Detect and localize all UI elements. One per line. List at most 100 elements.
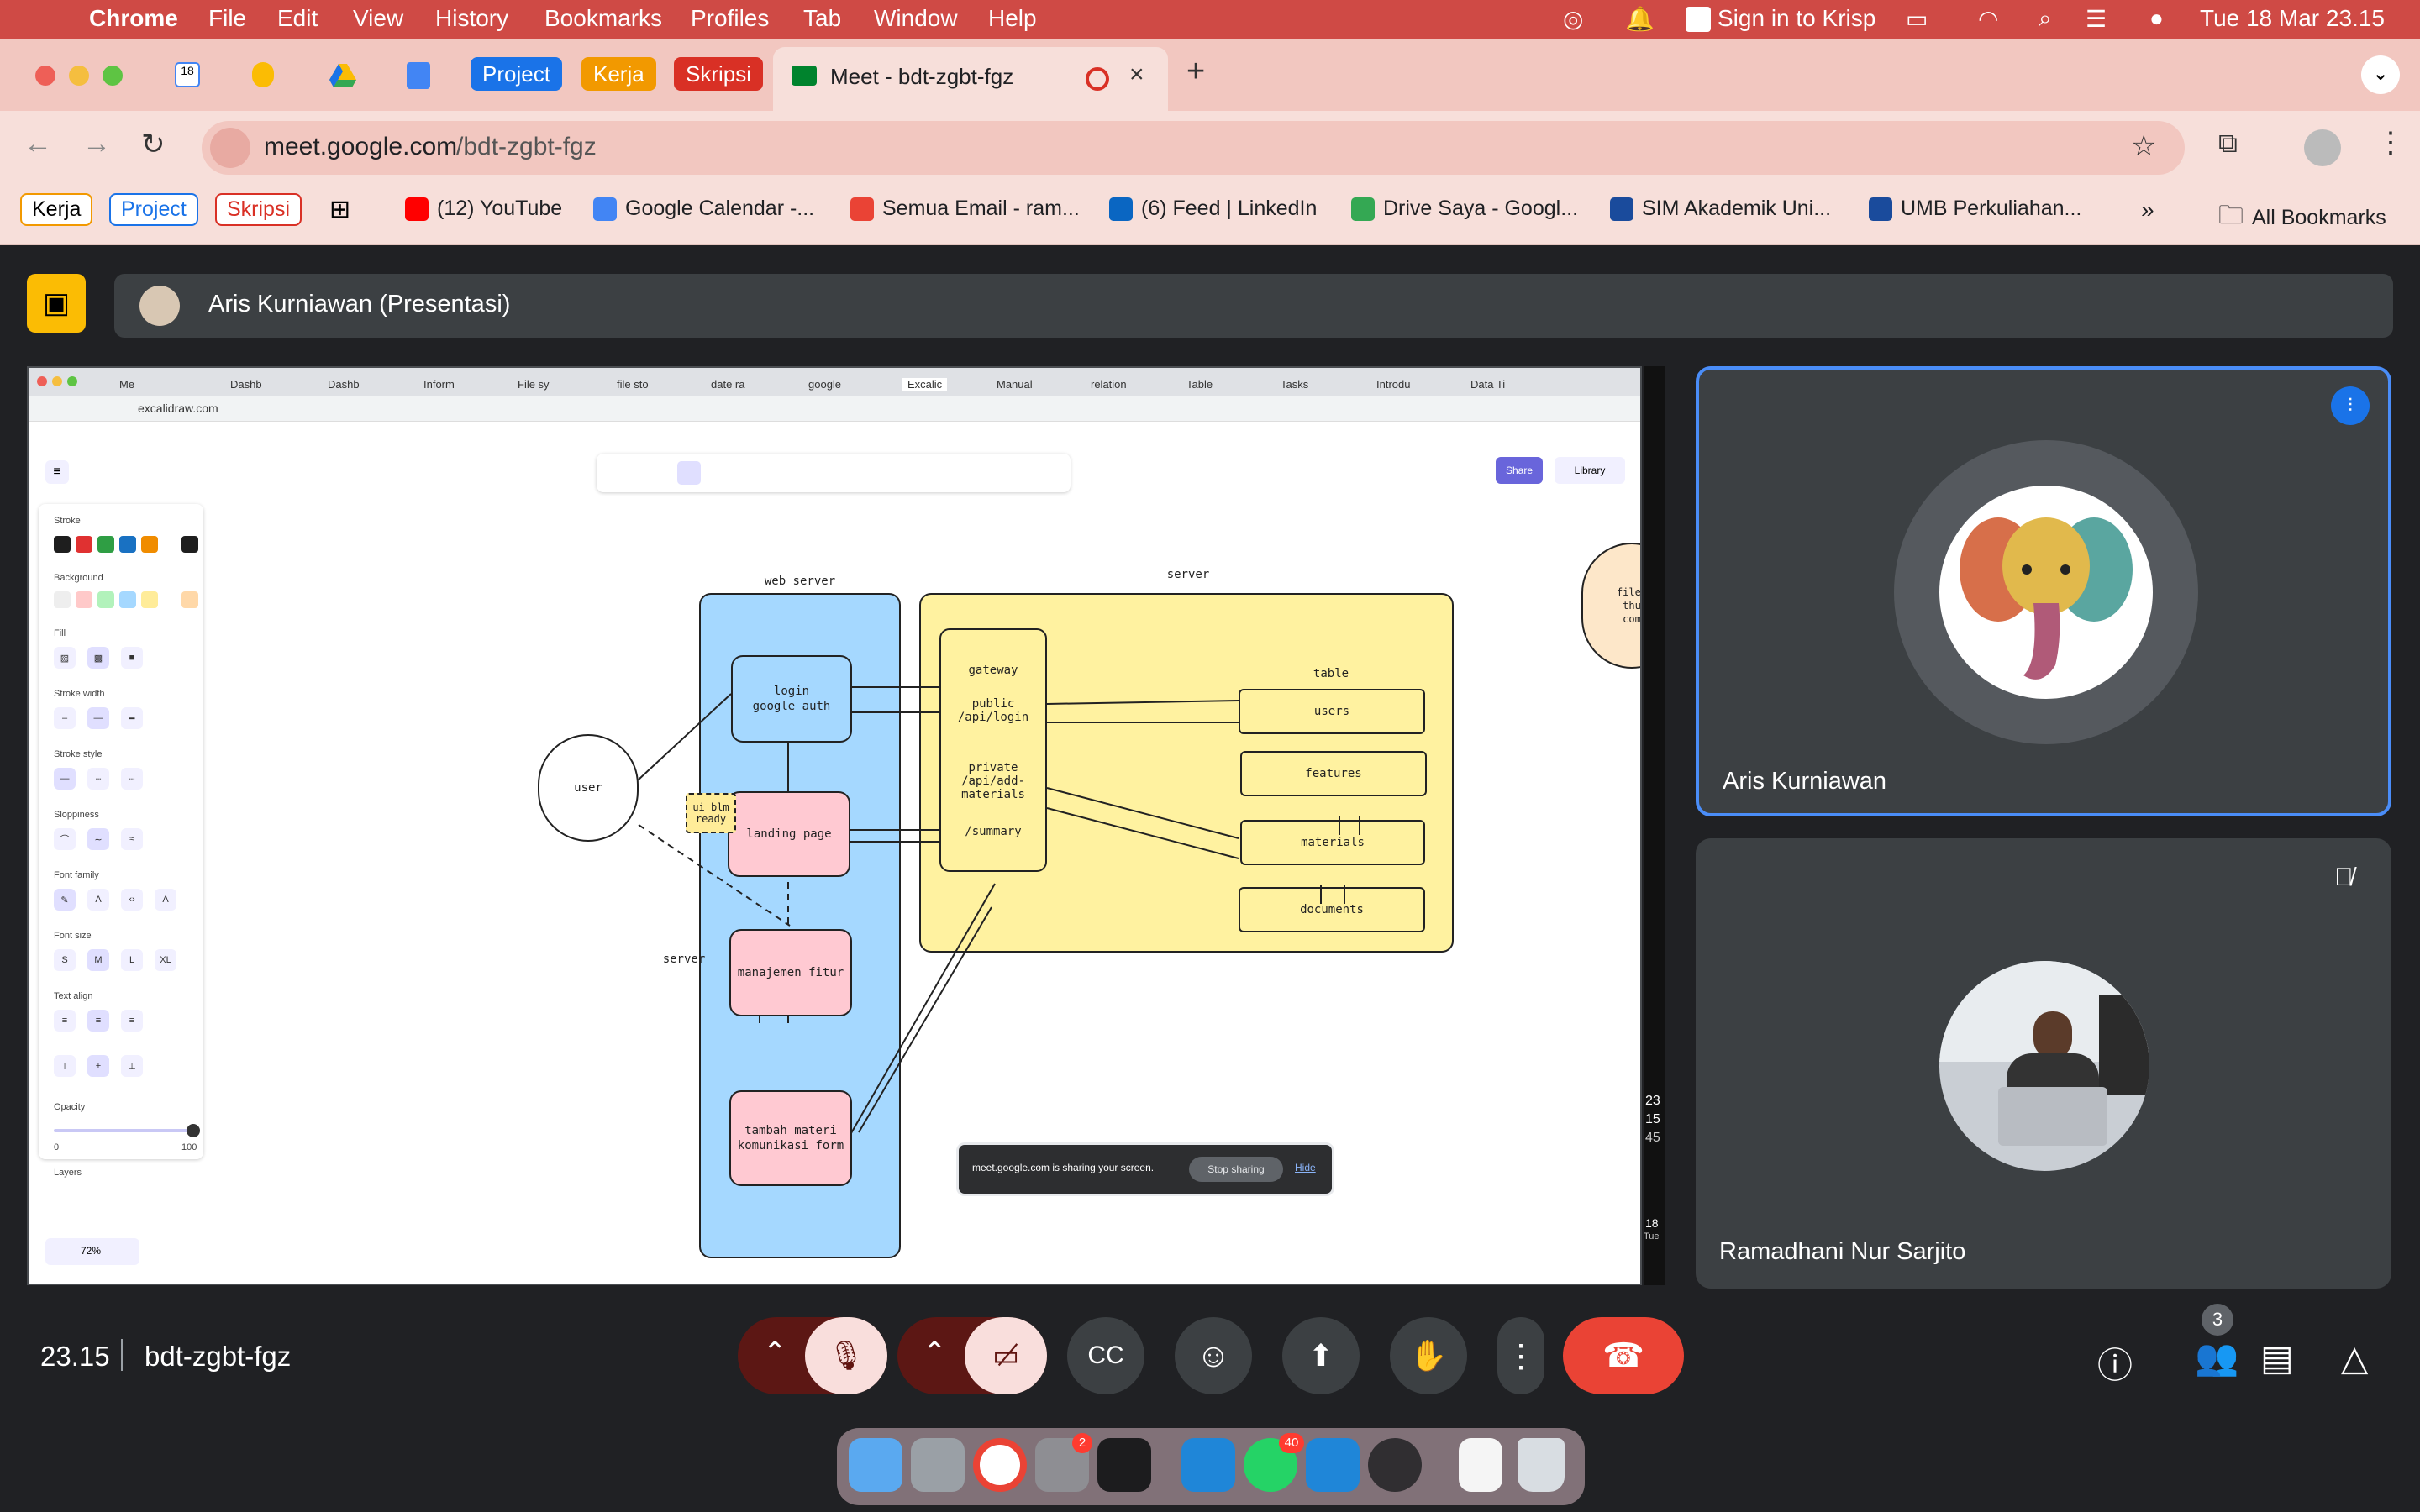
close-window-button[interactable] [35,66,55,86]
extensions-icon[interactable]: ⧉ [2218,128,2238,160]
krisp-icon[interactable] [1686,7,1711,32]
menu-tab[interactable]: Tab [803,5,841,32]
umb-icon [1610,197,1634,221]
bookmark-linkedin[interactable]: (6) Feed | LinkedIn [1109,197,1317,221]
bookmark-youtube[interactable]: (12) YouTube [405,197,562,221]
meeting-info-icon[interactable]: ⓘ [2097,1337,2133,1389]
search-icon[interactable]: ⌕ [2039,5,2052,33]
wifi-icon[interactable]: ◠ [1978,5,1998,33]
whatsapp-badge: 40 [1279,1433,1304,1453]
bookmark-group-kerja[interactable]: Kerja [20,193,93,226]
url-domain: meet.google.com [264,133,458,160]
forward-icon[interactable]: → [82,128,111,160]
minimize-window-button[interactable] [69,66,89,86]
siri-icon[interactable]: ● [2149,5,2164,32]
tab-group-skripsi[interactable]: Skripsi [674,57,764,91]
profile-avatar[interactable] [2304,129,2341,166]
close-tab-icon[interactable]: × [1129,60,1144,89]
bookmark-gmail[interactable]: Semua Email - ram... [850,197,1080,221]
reload-icon[interactable]: ↻ [141,128,166,161]
menu-bookmarks[interactable]: Bookmarks [544,5,662,32]
note-ui-ready: ui blm ready [686,793,736,833]
folder-icon: 🗀 [2218,202,2244,229]
bookmark-umb[interactable]: UMB Perkuliahan... [1869,197,2081,221]
video-options-chevron-icon[interactable]: ⌃ [923,1336,947,1369]
mic-off-button-icon[interactable]: 🎙 [805,1317,887,1394]
krisp-signin[interactable]: Sign in to Krisp [1718,5,1876,32]
node-landing-page: landing page [728,791,850,877]
trash-icon[interactable] [1518,1438,1565,1492]
control-center-icon[interactable]: ☰ [2086,5,2107,33]
participant-tile-ramadhani[interactable]: 🎙̸ Ramadhani Nur Sarjito [1696,838,2391,1289]
battery-icon[interactable]: ▭ [1906,5,1928,33]
obs-dock-icon[interactable] [1368,1438,1422,1492]
menu-file[interactable]: File [208,5,246,32]
zoom-window-button[interactable] [103,66,123,86]
vscode-icon[interactable] [1181,1438,1235,1492]
present-off-icon[interactable]: ▣ [27,274,86,333]
tab-group-kerja[interactable]: Kerja [581,57,656,91]
camera-off-button-icon[interactable]: ▭̸ [965,1317,1047,1394]
chrome-menu-icon[interactable]: ⋮ [2376,126,2405,160]
shared-side-strip: 23 15 45 18 Tue [1644,366,1665,1285]
tab-search-chevron-icon[interactable]: ⌄ [2361,55,2400,94]
terminal-icon[interactable] [1097,1438,1151,1492]
tab-group-project[interactable]: Project [471,57,562,91]
keep-tab-icon[interactable] [252,62,274,87]
vscode-icon-2[interactable] [1306,1438,1360,1492]
umb-icon [1869,197,1892,221]
docs-tab-icon[interactable] [407,62,430,89]
calendar-tab-icon[interactable]: 18 [175,62,200,87]
obs-icon[interactable]: ◎ [1563,5,1583,33]
avatar-ramadhani [1939,961,2149,1171]
label-table: table [1313,667,1349,680]
avatar-head [2033,1011,2072,1058]
tab-active-meet[interactable]: Meet - bdt-zgbt-fgz × [773,47,1168,111]
bookmark-drive[interactable]: Drive Saya - Googl... [1351,197,1578,221]
menu-profiles[interactable]: Profiles [691,5,769,32]
bookmark-group-project[interactable]: Project [109,193,198,226]
bookmark-calendar[interactable]: Google Calendar -... [593,197,814,221]
menu-history[interactable]: History [435,5,508,32]
avatar-aris [1939,486,2153,699]
html-file-icon[interactable] [1459,1438,1502,1492]
menu-window[interactable]: Window [874,5,958,32]
back-icon[interactable]: ← [24,128,52,160]
bookmark-group-skripsi[interactable]: Skripsi [215,193,302,226]
apps-grid-icon[interactable]: ⊞ [329,195,350,224]
present-button-icon[interactable]: ⬆ [1282,1317,1360,1394]
new-tab-button[interactable]: + [1186,54,1205,90]
bookmarks-overflow-icon[interactable]: » [2141,197,2154,223]
captions-button-icon[interactable]: CC [1067,1317,1144,1394]
audio-options-chevron-icon[interactable]: ⌃ [763,1336,787,1369]
all-bookmarks[interactable]: 🗀 All Bookmarks [2218,197,2386,239]
bookmark-label: Google Calendar -... [625,197,815,220]
drive-tab-icon[interactable] [329,64,356,87]
bookmark-sim-akademik[interactable]: SIM Akademik Uni... [1610,197,1831,221]
participant-name: Aris Kurniawan [1723,768,1887,795]
emoji-button-icon[interactable]: ☺ [1175,1317,1252,1394]
finder-icon[interactable] [849,1438,902,1492]
activities-icon[interactable]: △ [2341,1337,2368,1378]
menu-edit[interactable]: Edit [277,5,318,32]
participant-tile-aris[interactable]: ⫶ Aris Kurniawan [1696,366,2391,816]
people-icon[interactable]: 👥 [2195,1337,2238,1378]
menu-help[interactable]: Help [988,5,1037,32]
stop-sharing-button[interactable]: Stop sharing [1189,1157,1283,1182]
menu-clock[interactable]: Tue 18 Mar 23.15 [2200,5,2385,32]
mic-in-use-icon[interactable] [210,128,250,168]
chat-icon[interactable]: ▤ [2260,1337,2294,1378]
chrome-icon[interactable] [973,1438,1027,1492]
notification-icon[interactable]: 🔔 [1625,5,1655,33]
menu-app-name[interactable]: Chrome [89,5,178,32]
hide-notice-link[interactable]: Hide [1295,1162,1316,1173]
menu-view[interactable]: View [353,5,403,32]
raise-hand-button-icon[interactable]: ✋ [1390,1317,1467,1394]
launchpad-icon[interactable] [911,1438,965,1492]
bookmark-star-icon[interactable]: ☆ [2131,129,2156,163]
participant-name: Ramadhani Nur Sarjito [1719,1238,1966,1265]
address-bar[interactable]: meet.google.com /bdt-zgbt-fgz ☆ [202,121,2185,175]
share-notice-bar: meet.google.com is sharing your screen. … [956,1142,1334,1196]
more-options-button-icon[interactable]: ⋮ [1497,1317,1544,1394]
leave-call-button-icon[interactable]: ☎ [1563,1317,1684,1394]
